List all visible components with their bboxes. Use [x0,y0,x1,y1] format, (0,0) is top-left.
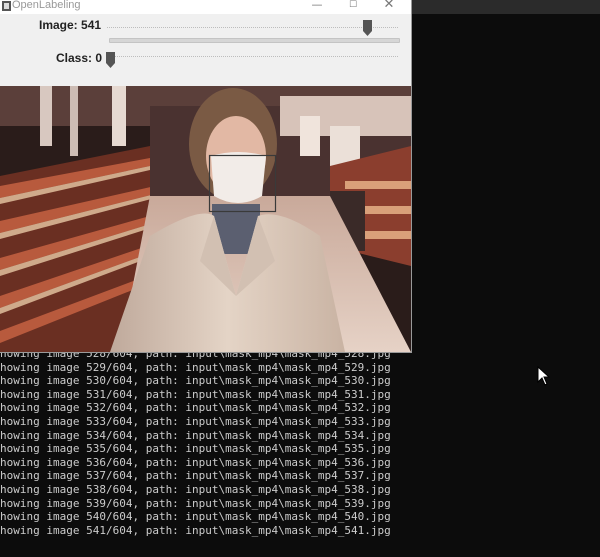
maximize-button[interactable]: ☐ [338,0,368,12]
console-line: howing image 537/604, path: input\mask_m… [0,469,391,483]
openlabeling-window: OpenLabeling — ☐ ✕ Image: 541 Class: 0 [0,0,411,352]
close-button[interactable]: ✕ [374,0,404,12]
trackbar-panel: Image: 541 Class: 0 [0,14,411,86]
class-trackbar-ticks [107,56,398,59]
image-trackbar-thumb[interactable] [363,20,373,36]
class-trackbar-value: 0 [95,51,103,65]
class-trackbar-thumb[interactable] [106,52,115,68]
console-line: howing image 529/604, path: input\mask_m… [0,360,391,374]
console-line: howing image 538/604, path: input\mask_m… [0,482,391,496]
console-line: howing image 531/604, path: input\mask_m… [0,387,391,401]
console-line: howing image 535/604, path: input\mask_m… [0,442,391,456]
console-line: howing image 536/604, path: input\mask_m… [0,455,391,469]
console-line: howing image 540/604, path: input\mask_m… [0,510,391,524]
image-trackbar-value: 541 [81,18,102,32]
console-line: howing image 533/604, path: input\mask_m… [0,414,391,428]
console-line: howing image 530/604, path: input\mask_m… [0,374,391,388]
console-line: howing image 534/604, path: input\mask_m… [0,428,391,442]
image-trackbar-track[interactable] [109,38,400,43]
minimize-button[interactable]: — [302,0,332,12]
window-titlebar[interactable]: OpenLabeling — ☐ ✕ [0,0,411,14]
console-line: howing image 539/604, path: input\mask_m… [0,496,391,510]
console-line: howing image 541/604, path: input\mask_m… [0,523,391,537]
console-line: howing image 532/604, path: input\mask_m… [0,401,391,415]
console-output: howing image 528/604, path: input\mask_m… [0,347,600,537]
app-icon [2,1,11,11]
image-trackbar-label: Image: 541 [39,18,102,32]
class-trackbar-label: Class: 0 [56,51,103,65]
video-frame[interactable] [0,86,411,352]
window-title: OpenLabeling [12,0,81,11]
image-trackbar-ticks [107,27,398,30]
mouse-cursor-icon [537,366,551,386]
